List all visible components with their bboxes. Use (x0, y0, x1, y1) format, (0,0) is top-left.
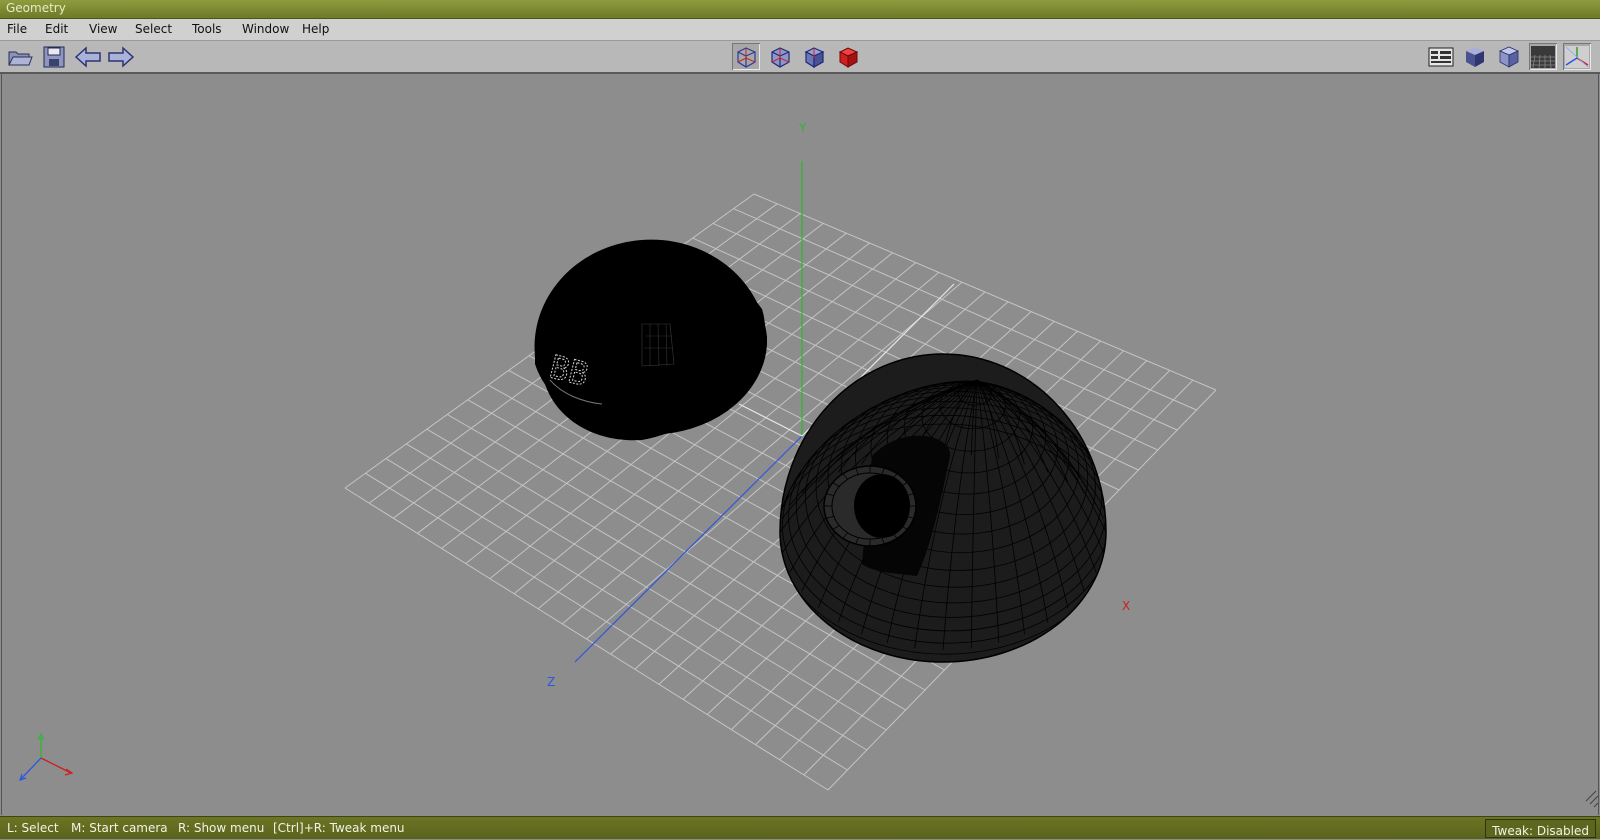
wireframe-mode-button[interactable] (732, 43, 760, 70)
menu-window[interactable]: Window (242, 22, 289, 36)
axes-toggle-icon (1565, 45, 1589, 68)
ground-grid-icon (1531, 45, 1555, 68)
window-title: Geometry (6, 1, 66, 15)
shaded-wire-mode-button[interactable] (800, 43, 828, 70)
menu-help[interactable]: Help (302, 22, 329, 36)
x-axis-label: X (1122, 599, 1130, 613)
ground-grid-button[interactable] (1529, 43, 1557, 70)
smooth-shade-button[interactable] (1461, 43, 1489, 70)
menu-view[interactable]: View (89, 22, 117, 36)
hint-tweak-menu: [Ctrl]+R: Tweak menu (273, 821, 405, 835)
tweak-status[interactable]: Tweak: Disabled (1485, 819, 1596, 838)
open-button[interactable] (6, 43, 34, 70)
smooth-wire-cube-icon (771, 46, 790, 68)
resize-grip[interactable] (1585, 790, 1598, 808)
wireframe-cube-icon (737, 46, 756, 68)
menu-bar: File Edit View Select Tools Window Help (0, 19, 1600, 41)
hint-select: L: Select (7, 821, 59, 835)
y-axis-label: Y (798, 121, 807, 135)
solid-mode-button[interactable] (834, 43, 862, 70)
shaded-wire-cube-icon (804, 46, 825, 68)
open-folder-icon (8, 51, 33, 65)
hint-show-menu: R: Show menu (178, 821, 265, 835)
undo-arrow-icon (74, 45, 101, 68)
z-axis-label: Z (547, 675, 555, 689)
title-bar: Geometry (0, 0, 1600, 19)
smooth-wire-mode-button[interactable] (766, 43, 794, 70)
info-panel-button[interactable] (1427, 43, 1455, 70)
menu-select[interactable]: Select (135, 22, 172, 36)
menu-tools[interactable]: Tools (192, 22, 222, 36)
flat-shade-icon (1499, 46, 1519, 68)
redo-arrow-icon (108, 45, 135, 68)
toolbar (0, 41, 1600, 74)
3d-viewport[interactable]: BB Y X Z (1, 74, 1599, 815)
info-panel-icon (1428, 47, 1454, 66)
tweak-status-label: Tweak: Disabled (1492, 824, 1589, 838)
z-axis-neg-line (738, 403, 803, 437)
status-bar: L: Select M: Start camera R: Show menu [… (0, 816, 1600, 839)
axes-toggle-button[interactable] (1563, 43, 1591, 70)
smooth-shade-icon (1466, 46, 1484, 67)
menu-file[interactable]: File (7, 22, 27, 36)
wireframe-dome-object[interactable] (775, 353, 1112, 664)
scene-canvas[interactable]: BB Y X Z (2, 74, 1598, 815)
solid-red-cube-icon (838, 46, 859, 68)
hint-camera: M: Start camera (71, 821, 168, 835)
menu-edit[interactable]: Edit (45, 22, 68, 36)
redo-button[interactable] (107, 43, 135, 70)
undo-button[interactable] (74, 43, 102, 70)
save-button[interactable] (40, 43, 68, 70)
save-disk-icon (43, 46, 65, 67)
flat-shade-button[interactable] (1495, 43, 1523, 70)
orientation-gizmo (19, 732, 74, 781)
